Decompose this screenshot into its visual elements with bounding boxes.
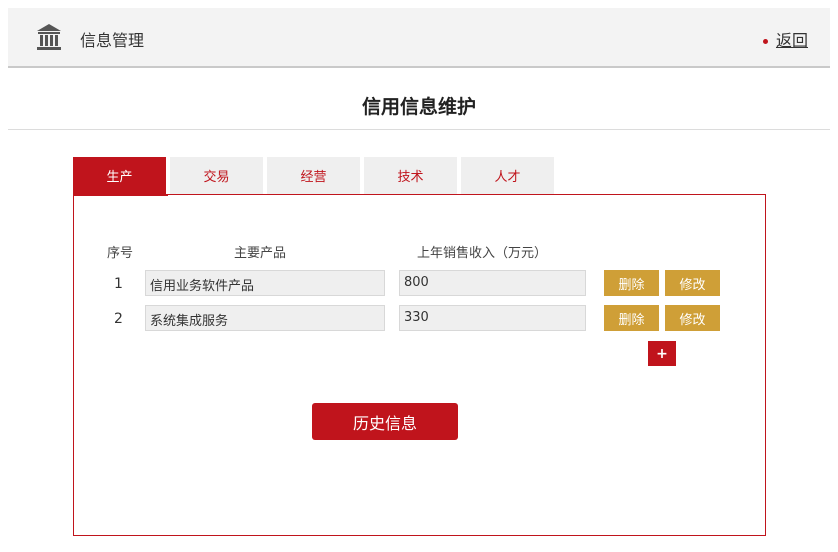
- history-button[interactable]: 历史信息: [312, 403, 458, 440]
- tab-talent[interactable]: 人才: [461, 157, 554, 194]
- revenue-input[interactable]: 330: [399, 305, 586, 331]
- title-divider: [8, 129, 830, 130]
- top-bar: 信息管理 返回: [8, 8, 830, 68]
- table-row: 1 信用业务软件产品 800 删除 修改: [74, 270, 765, 298]
- row-seq: 2: [114, 311, 123, 327]
- tab-panel-production: 序号 主要产品 上年销售收入（万元） 1 信用业务软件产品 800 删除 修改 …: [73, 194, 766, 536]
- table-row: 2 系统集成服务 330 删除 修改: [74, 305, 765, 333]
- bank-building-icon: [37, 24, 61, 50]
- delete-button[interactable]: 删除: [604, 305, 659, 331]
- product-input[interactable]: 系统集成服务: [145, 305, 385, 331]
- add-row-button[interactable]: +: [648, 341, 676, 366]
- revenue-input[interactable]: 800: [399, 270, 586, 296]
- edit-button[interactable]: 修改: [665, 305, 720, 331]
- back-link[interactable]: 返回: [762, 27, 808, 51]
- column-header-product: 主要产品: [234, 246, 287, 261]
- tab-trade[interactable]: 交易: [170, 157, 263, 194]
- delete-button[interactable]: 删除: [604, 270, 659, 296]
- row-seq: 1: [114, 276, 123, 292]
- back-label[interactable]: 返回: [776, 31, 808, 50]
- column-header-seq: 序号: [107, 246, 134, 261]
- tab-technology[interactable]: 技术: [364, 157, 457, 194]
- tab-operation[interactable]: 经营: [267, 157, 360, 194]
- column-header-revenue: 上年销售收入（万元）: [417, 246, 548, 261]
- edit-button[interactable]: 修改: [665, 270, 720, 296]
- product-input[interactable]: 信用业务软件产品: [145, 270, 385, 296]
- app-title: 信息管理: [80, 31, 145, 50]
- bullet-dot-icon: [762, 39, 768, 44]
- tab-bar: 生产 交易 经营 技术 人才: [73, 157, 558, 194]
- tab-production[interactable]: 生产: [73, 157, 166, 194]
- page-title: 信用信息维护: [361, 96, 476, 118]
